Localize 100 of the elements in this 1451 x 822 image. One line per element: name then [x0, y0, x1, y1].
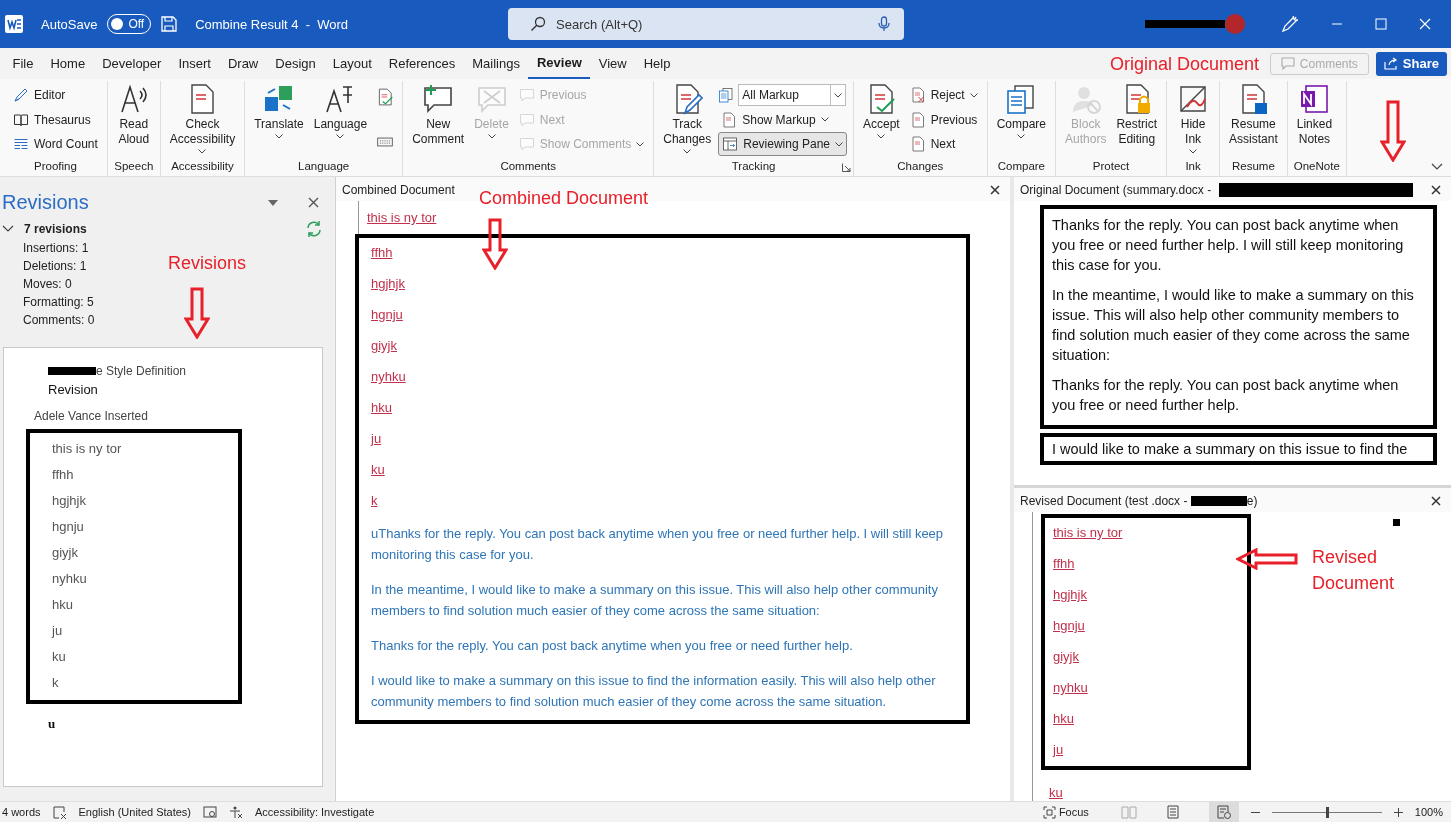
- zoom-in-icon[interactable]: [1393, 807, 1403, 817]
- menu-tab[interactable]: References: [380, 48, 464, 79]
- ribbon-button[interactable]: Resume Assistant: [1226, 81, 1281, 149]
- ribbon-button[interactable]: Accept: [860, 81, 903, 141]
- ribbon-button[interactable]: Show Markup: [718, 107, 832, 132]
- ribbon-button[interactable]: New Comment: [409, 81, 468, 149]
- share-button[interactable]: Share: [1375, 51, 1447, 76]
- ribbon-button[interactable]: Thesaurus: [10, 107, 94, 132]
- inserted-text: this is ny tor: [1053, 524, 1123, 541]
- menu-tab[interactable]: View: [590, 48, 636, 79]
- revision-text: this is ny tor: [51, 441, 122, 456]
- revision-text: giyjk: [51, 545, 78, 560]
- close-icon[interactable]: [990, 185, 1000, 195]
- pen-icon[interactable]: [1281, 15, 1299, 33]
- menu-tab[interactable]: File: [4, 48, 42, 79]
- menu-tab[interactable]: Help: [635, 48, 679, 79]
- annotation-arrow: [482, 218, 508, 270]
- document-paragraph: Thanks for the reply. You can post back anytime when you free or need further help.: [1052, 376, 1400, 415]
- speech-bubble-plus-icon: [422, 83, 455, 115]
- proofing-icon[interactable]: [52, 805, 67, 819]
- ribbon-button[interactable]: Language: [310, 81, 371, 141]
- close-icon[interactable]: [308, 197, 319, 208]
- microphone-icon[interactable]: [878, 16, 891, 32]
- caret-icon: [1189, 149, 1198, 154]
- maximize-icon[interactable]: [1375, 18, 1387, 30]
- inserted-text: hgnju: [371, 306, 403, 323]
- ribbon-button[interactable]: Next: [906, 132, 959, 156]
- caret-icon: [198, 149, 207, 154]
- menu-tab[interactable]: Developer: [93, 48, 170, 79]
- revision-text: hku: [51, 597, 73, 612]
- menu-tab[interactable]: Draw: [219, 48, 267, 79]
- search-input[interactable]: Search (Alt+Q): [508, 8, 905, 40]
- revision-count: 7 revisions: [24, 222, 87, 236]
- inserted-text: ffhh: [1053, 555, 1075, 572]
- redaction-mark: [1393, 519, 1400, 526]
- autosave-label: AutoSave: [41, 16, 98, 32]
- speech-bubble-icon: [518, 111, 535, 128]
- collapse-ribbon-icon[interactable]: [1431, 163, 1443, 170]
- ribbon-button[interactable]: Word Count: [10, 132, 101, 156]
- revision-text: k: [51, 675, 59, 690]
- menu-tab[interactable]: Design: [266, 48, 325, 79]
- menu-tab[interactable]: Layout: [324, 48, 381, 79]
- document-check-icon: [376, 88, 395, 106]
- focus-button[interactable]: Focus: [1042, 805, 1089, 819]
- menu-tab[interactable]: Insert: [169, 48, 220, 79]
- save-icon[interactable]: [161, 16, 178, 32]
- ribbon-button[interactable]: Read Aloud: [113, 81, 154, 149]
- ribbon-button[interactable]: Hide Ink: [1173, 81, 1214, 156]
- caret-icon: [636, 141, 645, 147]
- document-icon: [909, 111, 926, 128]
- lines-icon: [13, 136, 29, 152]
- word-count[interactable]: 4 words: [2, 806, 41, 818]
- markup-dropdown[interactable]: All Markup: [738, 84, 847, 106]
- refresh-icon[interactable]: [305, 220, 323, 238]
- caret-icon: [835, 141, 843, 147]
- accessibility-status[interactable]: Accessibility: Investigate: [255, 806, 375, 818]
- window-title: Combine Result 4 - Word: [195, 16, 349, 32]
- documents-icon: [718, 87, 735, 103]
- dialog-launcher-icon[interactable]: [842, 163, 851, 172]
- changed-paragraph: Thanks for the reply. You can post back anytime when you free or need further help.: [371, 637, 854, 655]
- pane-title: Revised Document (test .docx -: [1020, 494, 1189, 508]
- annotation-arrow: [1236, 548, 1298, 570]
- close-icon[interactable]: [1431, 185, 1441, 195]
- zoom-level[interactable]: 100%: [1414, 806, 1443, 818]
- inserted-text: giyjk: [1053, 648, 1079, 665]
- zoom-thumb[interactable]: [1325, 806, 1329, 818]
- ribbon-button[interactable]: Linked Notes: [1293, 81, 1336, 149]
- revision-stat: Formatting: 5: [23, 295, 94, 309]
- ribbon-button[interactable]: Reject: [906, 83, 981, 107]
- print-layout-icon[interactable]: [1166, 805, 1179, 819]
- ribbon-button[interactable]: Reviewing Pane: [718, 132, 847, 156]
- caret-icon: [487, 134, 496, 139]
- web-layout-button[interactable]: [1208, 802, 1239, 822]
- caret-icon: [274, 134, 283, 139]
- ribbon-button[interactable]: Check Accessibility: [166, 81, 239, 156]
- ribbon-button[interactable]: Compare: [993, 81, 1050, 141]
- dropdown-triangle-icon[interactable]: [268, 199, 278, 206]
- focus-icon: [1042, 805, 1056, 819]
- annotation-arrow: [184, 287, 210, 339]
- ribbon-button[interactable]: Previous: [906, 107, 981, 132]
- inserted-text: hgjhjk: [1053, 586, 1087, 603]
- ribbon-button[interactable]: Editor: [10, 83, 69, 107]
- ribbon-button[interactable]: Translate: [251, 81, 307, 141]
- ribbon-button[interactable]: Track Changes: [660, 81, 715, 156]
- changed-paragraph: In the meantime, I would like to make a summary on this issue. This will also help other community members to find solution much easier of they come across the same situation:: [371, 581, 939, 620]
- revision-text: ffhh: [51, 467, 74, 482]
- menu-tab[interactable]: Mailings: [463, 48, 529, 79]
- close-icon[interactable]: [1431, 496, 1441, 506]
- ribbon-button[interactable]: Restrict Editing: [1113, 81, 1161, 149]
- language-status[interactable]: English (United States): [78, 806, 192, 818]
- document-icon: [721, 111, 738, 128]
- document-paragraph: Thanks for the reply. You can post back anytime when you free or need further help. I will still keep monitoring this case for you.: [1052, 216, 1405, 275]
- menu-tab[interactable]: Home: [41, 48, 94, 79]
- pane-title: Combined Document: [342, 183, 455, 197]
- accessibility-icon[interactable]: [229, 805, 244, 819]
- chevron-icon[interactable]: [2, 225, 14, 233]
- inserted-text: nyhku: [1053, 679, 1088, 696]
- revision-stat: Moves: 0: [23, 277, 72, 291]
- display-settings-icon[interactable]: [203, 805, 218, 819]
- redaction-bar: [1190, 496, 1247, 506]
